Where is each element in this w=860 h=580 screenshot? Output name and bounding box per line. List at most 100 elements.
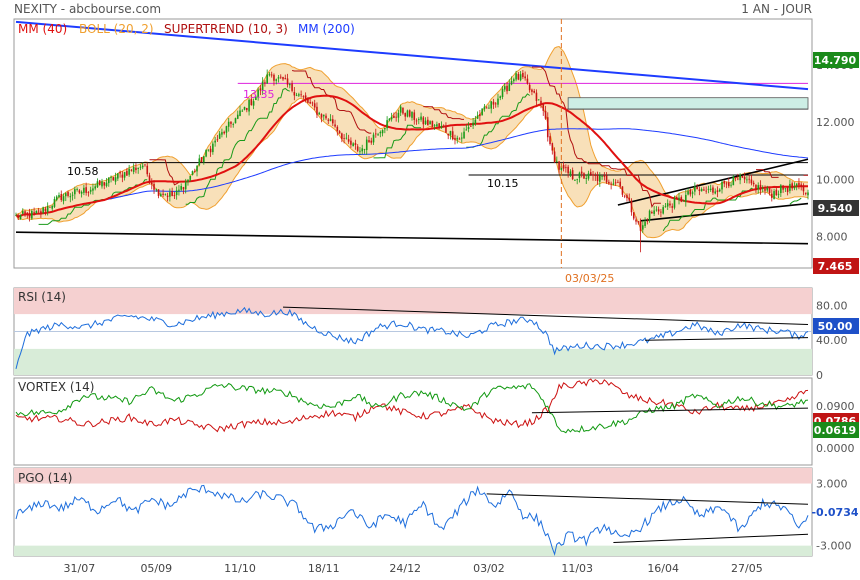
chart-root: NEXITY - abcbourse.com 1 AN - JOUR 13.35…	[13, 2, 859, 575]
candle-body	[318, 112, 321, 115]
candle-body	[114, 177, 117, 182]
candle-body	[540, 100, 542, 104]
candle-body	[680, 197, 683, 202]
legend-mm40: MM (40)	[18, 22, 67, 36]
candle-body	[608, 181, 610, 184]
candle-body	[700, 189, 703, 192]
candle-body	[445, 126, 447, 133]
candle-body	[336, 126, 339, 132]
candle-body	[429, 121, 431, 125]
candle-body	[411, 111, 413, 118]
candle-body	[460, 137, 463, 139]
candle-body	[275, 79, 278, 81]
candle-body	[107, 177, 110, 184]
candle-body	[19, 214, 22, 220]
candle-body	[739, 174, 741, 181]
candle-body	[488, 107, 490, 109]
candle-body	[757, 185, 760, 190]
candle-body	[209, 148, 212, 153]
candle-body	[17, 216, 20, 218]
candle-body	[662, 207, 664, 214]
candle-body	[698, 189, 701, 191]
candle-body	[379, 131, 382, 134]
candle-body	[718, 189, 721, 192]
candle-body	[191, 171, 194, 175]
candle-body	[69, 196, 72, 198]
candle-body	[338, 131, 341, 134]
chart-title: NEXITY - abcbourse.com	[14, 2, 161, 16]
candle-body	[80, 191, 83, 194]
candle-body	[673, 198, 676, 208]
candle-body	[748, 178, 750, 180]
candle-body	[203, 156, 205, 163]
candle-body	[193, 171, 196, 172]
candle-body	[137, 167, 139, 169]
candle-body	[37, 210, 40, 212]
candle-body	[655, 209, 658, 211]
candle-body	[187, 179, 189, 183]
candle-body	[589, 172, 592, 175]
candle-body	[85, 187, 87, 193]
candle-body	[252, 101, 255, 106]
candle-body	[58, 195, 60, 198]
candle-body	[377, 134, 379, 136]
candle-body	[329, 118, 332, 122]
candle-body	[648, 210, 651, 221]
candle-body	[198, 158, 201, 166]
candle-body	[402, 107, 404, 114]
candle-body	[732, 176, 735, 186]
candle-body	[705, 190, 707, 192]
candle-body	[221, 132, 223, 135]
candle-body	[212, 143, 214, 153]
candle-body	[750, 179, 753, 184]
period-label: 1 AN - JOUR	[741, 2, 812, 16]
candle-body	[653, 210, 655, 214]
candle-body	[642, 225, 644, 230]
rsi-y-tick: 0	[816, 369, 823, 382]
legend-boll: BOLL (20, 2)	[79, 22, 154, 36]
candle-body	[325, 115, 327, 119]
candle-body	[773, 191, 775, 200]
candle-body	[458, 138, 461, 140]
candle-body	[562, 164, 565, 169]
candle-body	[716, 190, 719, 192]
candle-body	[657, 209, 660, 212]
candle-body	[612, 183, 615, 185]
candle-body	[266, 74, 268, 84]
candle-body	[374, 133, 377, 135]
candle-body	[232, 124, 235, 125]
candle-body	[508, 84, 511, 91]
candle-body	[761, 188, 764, 190]
candle-body	[132, 166, 135, 172]
candle-body	[363, 148, 366, 150]
candle-body	[180, 186, 182, 190]
candle-body	[153, 183, 155, 190]
candle-body	[664, 206, 667, 208]
candle-body	[768, 188, 771, 193]
candle-body	[447, 133, 450, 136]
pgo-panel: PGO (14) 3.000 -3.000 -0.0734	[13, 467, 859, 557]
candle-body	[78, 190, 81, 193]
candle-body	[277, 77, 280, 79]
rsi-value-badge-text: 50.00	[818, 320, 853, 333]
candle-body	[669, 203, 671, 206]
vortex-panel: VORTEX (14)0.09000.00000.07860.0619	[13, 377, 859, 466]
candle-body	[793, 186, 796, 189]
candle-body	[101, 181, 103, 187]
candle-body	[332, 119, 334, 124]
candle-body	[451, 131, 454, 140]
candle-body	[472, 122, 474, 126]
candle-body	[728, 182, 730, 187]
vortex-y-tick: 0.0000	[816, 442, 855, 455]
candle-body	[802, 185, 805, 192]
candle-body	[501, 88, 504, 98]
x-tick-label: 31/07	[64, 562, 96, 575]
candle-body	[420, 116, 422, 120]
candle-body	[599, 175, 601, 182]
candle-body	[372, 134, 375, 143]
candle-body	[526, 78, 529, 84]
candle-body	[743, 176, 746, 180]
price-y-tick: 8.000	[816, 231, 848, 244]
candle-body	[506, 85, 508, 92]
candle-body	[368, 140, 370, 143]
